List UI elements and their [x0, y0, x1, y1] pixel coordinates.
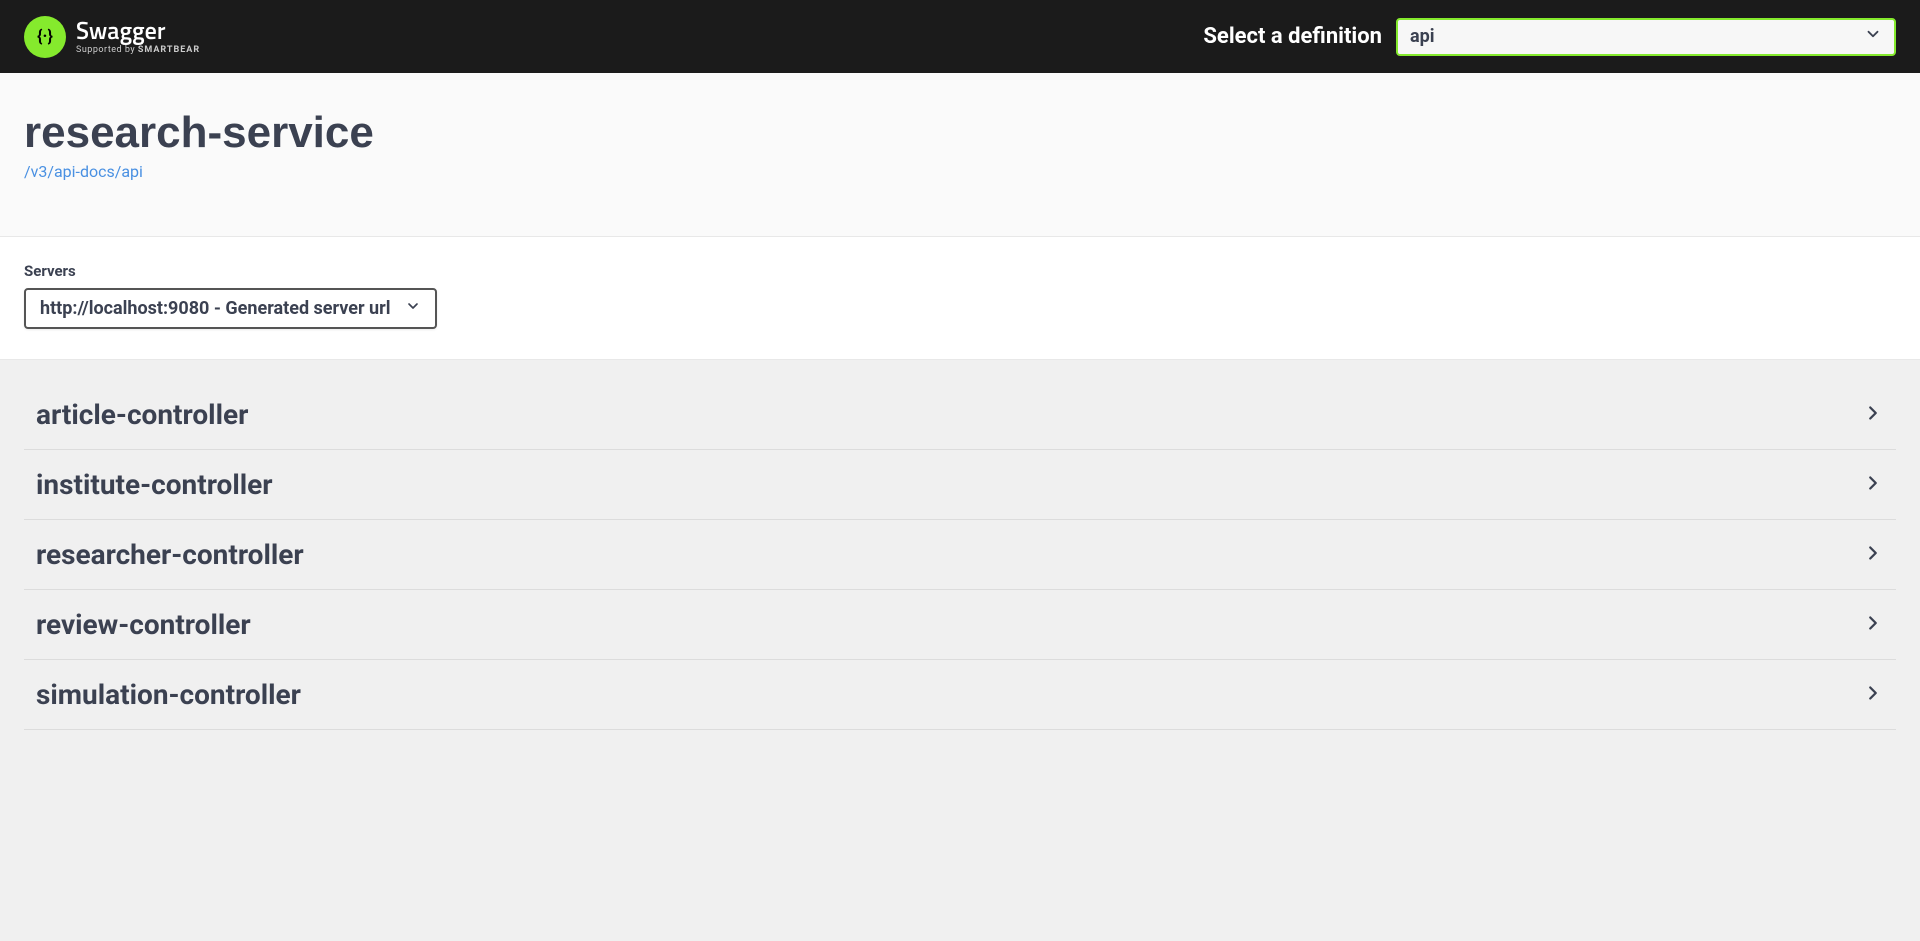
- chevron-down-icon: [405, 298, 421, 319]
- definition-label: Select a definition: [1203, 24, 1382, 49]
- tag-name: simulation-controller: [36, 678, 301, 711]
- servers-section: Servers http://localhost:9080 - Generate…: [0, 237, 1920, 360]
- definition-selector-group: Select a definition api: [1203, 18, 1896, 56]
- tag-article-controller[interactable]: article-controller: [24, 380, 1896, 450]
- chevron-right-icon: [1862, 542, 1884, 568]
- chevron-down-icon: [1864, 25, 1882, 48]
- tag-institute-controller[interactable]: institute-controller: [24, 450, 1896, 520]
- tags-section: article-controller institute-controller …: [0, 360, 1920, 750]
- tag-researcher-controller[interactable]: researcher-controller: [24, 520, 1896, 590]
- swagger-logo[interactable]: {·} Swagger Supported by SMARTBEAR: [24, 16, 200, 58]
- info-section: research-service /v3/api-docs/api: [0, 73, 1920, 237]
- tag-name: article-controller: [36, 398, 248, 431]
- chevron-right-icon: [1862, 682, 1884, 708]
- tag-name: institute-controller: [36, 468, 273, 501]
- api-title: research-service: [24, 108, 1896, 158]
- tag-review-controller[interactable]: review-controller: [24, 590, 1896, 660]
- logo-sub-text: Supported by SMARTBEAR: [76, 45, 200, 55]
- chevron-right-icon: [1862, 612, 1884, 638]
- swagger-logo-icon: {·}: [24, 16, 66, 58]
- definition-selected-value: api: [1410, 26, 1435, 47]
- tag-simulation-controller[interactable]: simulation-controller: [24, 660, 1896, 730]
- definition-select[interactable]: api: [1396, 18, 1896, 56]
- tag-name: review-controller: [36, 608, 251, 641]
- servers-label: Servers: [24, 262, 1896, 280]
- tag-name: researcher-controller: [36, 538, 304, 571]
- swagger-logo-text: Swagger Supported by SMARTBEAR: [76, 19, 200, 55]
- logo-main-text: Swagger: [76, 19, 200, 43]
- server-selected-value: http://localhost:9080 - Generated server…: [40, 298, 391, 319]
- chevron-right-icon: [1862, 402, 1884, 428]
- chevron-right-icon: [1862, 472, 1884, 498]
- svg-text:{·}: {·}: [37, 26, 53, 45]
- server-select[interactable]: http://localhost:9080 - Generated server…: [24, 288, 437, 329]
- topbar: {·} Swagger Supported by SMARTBEAR Selec…: [0, 0, 1920, 73]
- api-docs-link[interactable]: /v3/api-docs/api: [24, 162, 143, 181]
